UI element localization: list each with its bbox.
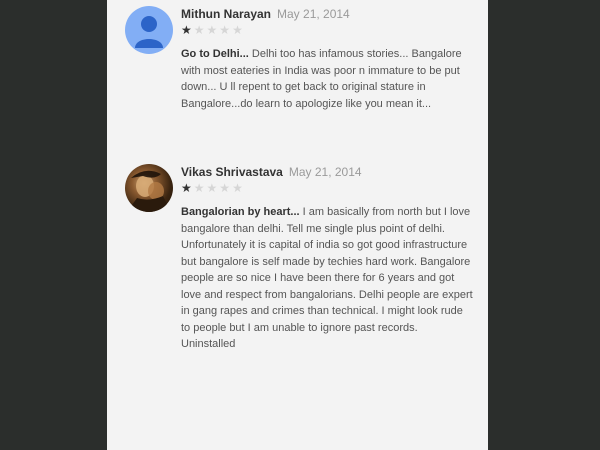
star-empty-icon: ★ bbox=[206, 23, 220, 37]
review-body: I am basically from north but I love ban… bbox=[181, 206, 473, 350]
star-empty-icon: ★ bbox=[219, 181, 233, 195]
review-header: Mithun Narayan May 21, 2014 bbox=[181, 6, 473, 22]
star-empty-icon: ★ bbox=[193, 181, 207, 195]
reviews-panel: Mithun Narayan May 21, 2014 ★★★★★ Go to D… bbox=[107, 0, 488, 450]
review-title: Bangalorian by heart... bbox=[181, 206, 300, 218]
review-author[interactable]: Mithun Narayan bbox=[181, 7, 271, 21]
star-rating: ★★★★★ bbox=[181, 181, 473, 195]
review-content: Vikas Shrivastava May 21, 2014 ★★★★★ Bang… bbox=[181, 164, 473, 353]
review-date: May 21, 2014 bbox=[277, 7, 350, 21]
star-empty-icon: ★ bbox=[193, 23, 207, 37]
default-avatar-icon[interactable] bbox=[125, 6, 173, 54]
review-title: Go to Delhi... bbox=[181, 48, 249, 60]
star-filled-icon: ★ bbox=[181, 23, 194, 37]
review-author[interactable]: Vikas Shrivastava bbox=[181, 165, 283, 179]
review-text: Go to Delhi... Delhi too has infamous st… bbox=[181, 46, 473, 112]
review-text: Bangalorian by heart... I am basically f… bbox=[181, 204, 473, 353]
star-rating: ★★★★★ bbox=[181, 23, 473, 37]
review-content: Mithun Narayan May 21, 2014 ★★★★★ Go to D… bbox=[181, 6, 473, 112]
star-empty-icon: ★ bbox=[232, 181, 245, 195]
star-empty-icon: ★ bbox=[219, 23, 233, 37]
star-empty-icon: ★ bbox=[232, 23, 245, 37]
review-date: May 21, 2014 bbox=[288, 165, 362, 179]
person-icon bbox=[135, 16, 163, 48]
review-header: Vikas Shrivastava May 21, 2014 bbox=[181, 164, 473, 180]
profile-photo-avatar[interactable] bbox=[125, 164, 173, 212]
star-filled-icon: ★ bbox=[181, 181, 194, 195]
star-empty-icon: ★ bbox=[206, 181, 220, 195]
profile-photo-image bbox=[127, 170, 171, 212]
